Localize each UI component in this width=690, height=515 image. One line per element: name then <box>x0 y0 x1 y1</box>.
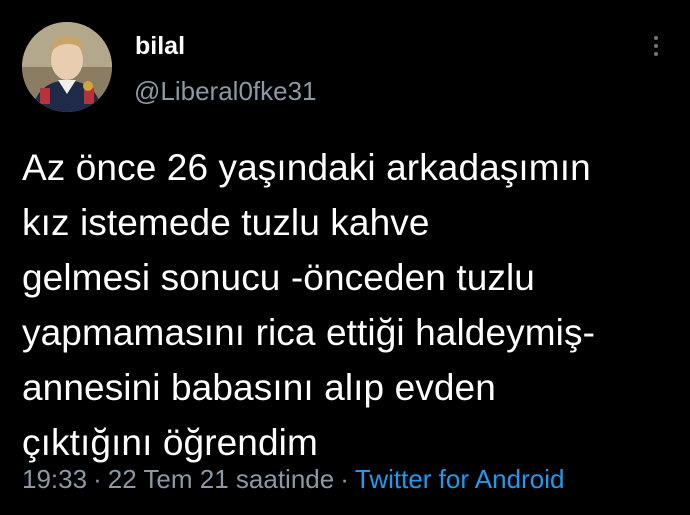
more-vertical-icon[interactable] <box>646 36 666 66</box>
portrait-avatar-icon <box>22 22 112 112</box>
more-dot <box>654 52 658 56</box>
more-dot <box>654 44 658 48</box>
meta-separator: · <box>340 464 349 494</box>
tweet-meta: 19:33 · 22 Tem 21 saatinde · Twitter for And… <box>22 466 564 492</box>
author-name[interactable]: bilal <box>135 34 185 59</box>
tweet-text: Az önce 26 yaşındaki arkadaşımın kız ist… <box>22 147 595 463</box>
meta-separator: · <box>93 464 102 494</box>
author-handle[interactable]: @Liberal0fke31 <box>134 78 317 104</box>
avatar[interactable] <box>22 22 112 112</box>
tweet-date[interactable]: 22 Tem 21 saatinde <box>108 464 334 494</box>
tweet-time[interactable]: 19:33 <box>22 464 87 494</box>
tweet-client-link[interactable]: Twitter for Android <box>355 464 565 494</box>
tweet: bilal @Liberal0fke31 Az önce 26 yaşındak… <box>0 0 690 515</box>
more-dot <box>654 36 658 40</box>
